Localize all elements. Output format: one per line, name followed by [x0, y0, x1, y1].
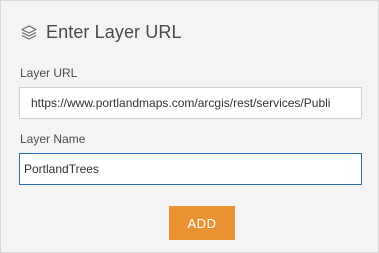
layer-name-input[interactable]	[19, 153, 362, 185]
panel-header: Enter Layer URL	[20, 19, 182, 45]
layer-url-input[interactable]	[19, 87, 362, 119]
layer-url-label: Layer URL	[20, 66, 78, 80]
panel-title: Enter Layer URL	[46, 21, 182, 42]
add-layer-panel: Enter Layer URL Layer URL Layer Name ADD	[0, 0, 379, 253]
layers-icon	[20, 23, 38, 41]
add-button[interactable]: ADD	[169, 206, 235, 240]
layer-name-label: Layer Name	[20, 132, 86, 146]
